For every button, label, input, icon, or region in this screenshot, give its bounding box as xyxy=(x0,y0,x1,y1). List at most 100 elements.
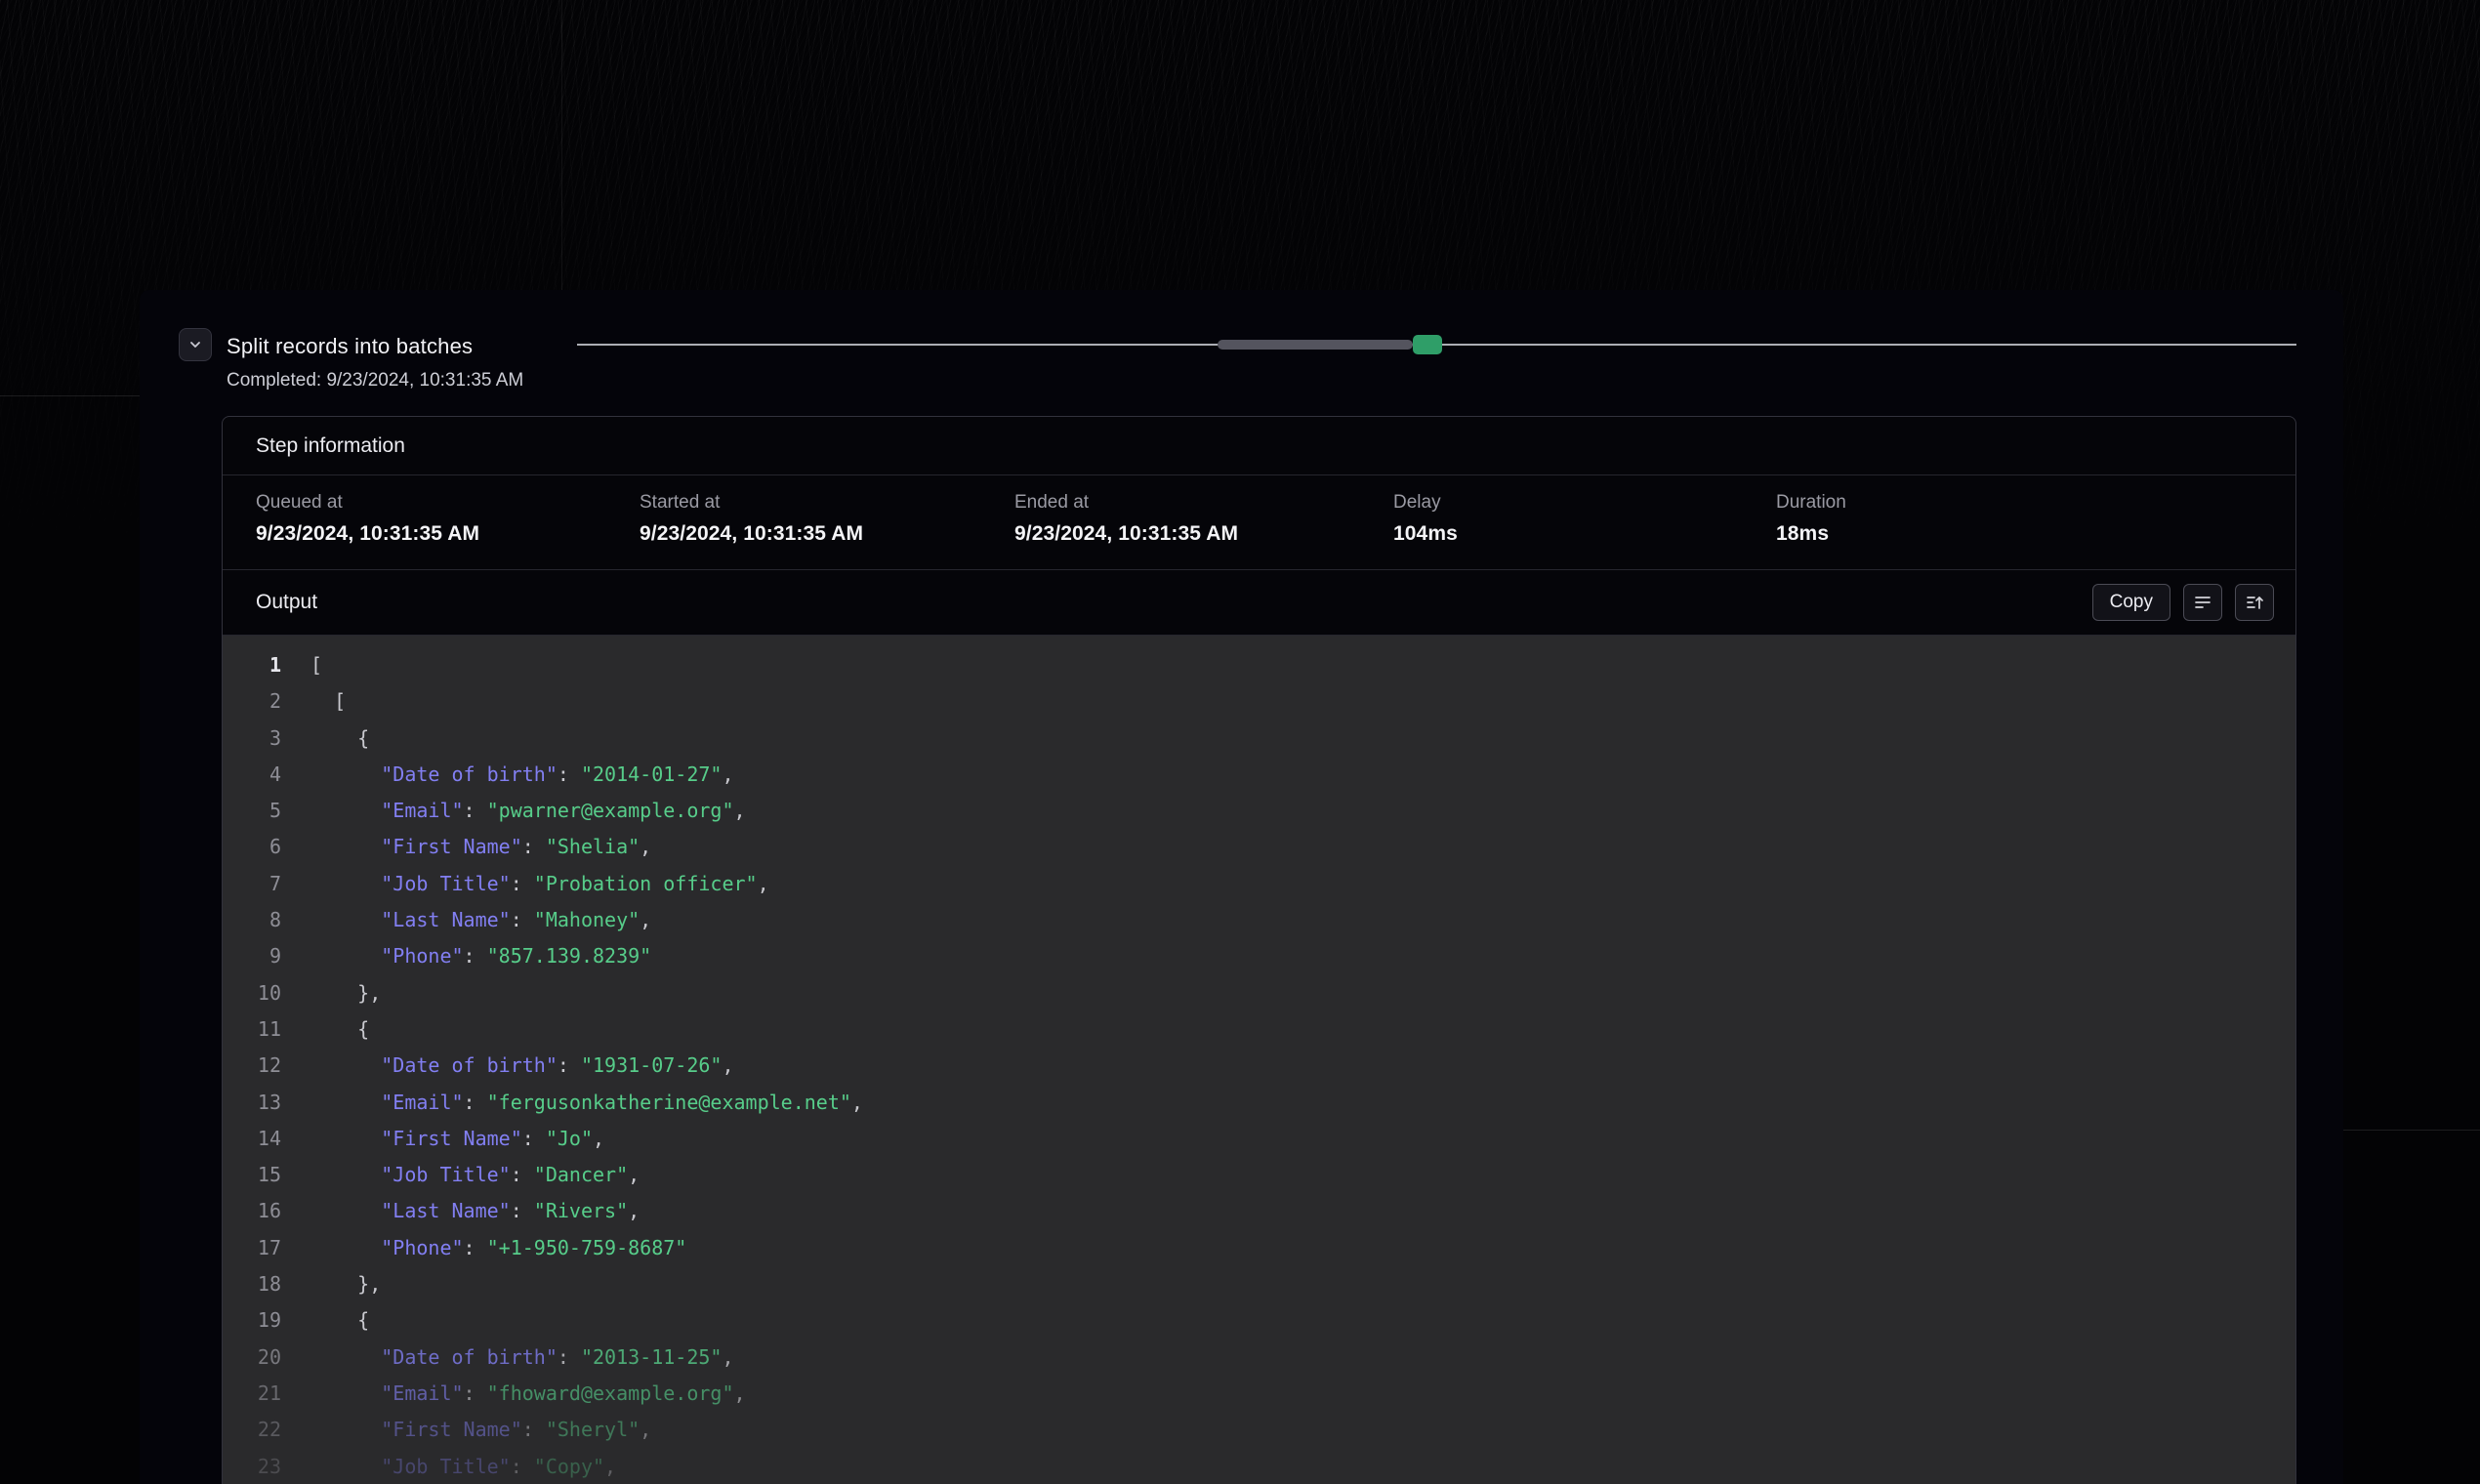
chevron-down-icon xyxy=(187,337,203,352)
line-number: 23 xyxy=(223,1449,281,1484)
code-text: "Date of birth": "1931-07-26", xyxy=(310,1048,734,1084)
code-text: { xyxy=(310,1302,369,1339)
line-number: 10 xyxy=(223,975,281,1011)
code-text: "Job Title": "Copy", xyxy=(310,1449,616,1484)
background-line-left xyxy=(0,395,140,396)
line-number: 15 xyxy=(223,1157,281,1193)
step-metadata-row: Queued at 9/23/2024, 10:31:35 AM Started… xyxy=(223,475,2295,570)
code-text: { xyxy=(310,721,369,757)
line-number: 14 xyxy=(223,1121,281,1157)
line-number: 18 xyxy=(223,1266,281,1302)
code-line: 18 }, xyxy=(223,1266,2295,1302)
code-text: "Email": "pwarner@example.org", xyxy=(310,793,746,829)
code-line: 4 "Date of birth": "2014-01-27", xyxy=(223,757,2295,793)
line-number: 11 xyxy=(223,1011,281,1048)
code-line: 17 "Phone": "+1-950-759-8687" xyxy=(223,1230,2295,1266)
code-line: 14 "First Name": "Jo", xyxy=(223,1121,2295,1157)
code-line: 20 "Date of birth": "2013-11-25", xyxy=(223,1340,2295,1376)
timeline-thumb[interactable] xyxy=(1413,335,1442,354)
sort-ascending-button[interactable] xyxy=(2235,584,2274,621)
line-number: 1 xyxy=(223,647,281,683)
line-number: 21 xyxy=(223,1376,281,1412)
meta-label: Duration xyxy=(1776,492,2295,514)
meta-label: Started at xyxy=(640,492,1014,514)
line-number: 19 xyxy=(223,1302,281,1339)
code-lines: 1[2 [3 {4 "Date of birth": "2014-01-27",… xyxy=(223,647,2295,1484)
sort-ascending-icon xyxy=(2245,593,2264,612)
code-text: "First Name": "Jo", xyxy=(310,1121,604,1157)
output-title: Output xyxy=(256,591,317,614)
line-number: 22 xyxy=(223,1412,281,1448)
code-line: 1[ xyxy=(223,647,2295,683)
meta-value: 9/23/2024, 10:31:35 AM xyxy=(640,522,1014,546)
line-number: 2 xyxy=(223,683,281,720)
meta-value: 9/23/2024, 10:31:35 AM xyxy=(1014,522,1393,546)
meta-label: Delay xyxy=(1393,492,1776,514)
timeline-segment xyxy=(1218,340,1413,350)
code-text: "Phone": "857.139.8239" xyxy=(310,938,651,974)
line-number: 13 xyxy=(223,1085,281,1121)
code-text: "First Name": "Shelia", xyxy=(310,829,651,865)
wrap-text-icon xyxy=(2193,593,2212,612)
line-number: 9 xyxy=(223,938,281,974)
code-line: 13 "Email": "fergusonkatherine@example.n… xyxy=(223,1085,2295,1121)
code-line: 16 "Last Name": "Rivers", xyxy=(223,1193,2295,1229)
code-text: [ xyxy=(310,647,322,683)
code-text: "Date of birth": "2013-11-25", xyxy=(310,1340,734,1376)
meta-field-ended-at: Ended at 9/23/2024, 10:31:35 AM xyxy=(1014,492,1393,569)
code-line: 8 "Last Name": "Mahoney", xyxy=(223,902,2295,938)
meta-label: Queued at xyxy=(256,492,640,514)
code-line: 5 "Email": "pwarner@example.org", xyxy=(223,793,2295,829)
meta-label: Ended at xyxy=(1014,492,1393,514)
code-line: 15 "Job Title": "Dancer", xyxy=(223,1157,2295,1193)
line-number: 3 xyxy=(223,721,281,757)
step-title: Split records into batches xyxy=(227,334,473,359)
code-text: "Job Title": "Dancer", xyxy=(310,1157,640,1193)
line-number: 5 xyxy=(223,793,281,829)
code-line: 22 "First Name": "Sheryl", xyxy=(223,1412,2295,1448)
code-line: 23 "Job Title": "Copy", xyxy=(223,1449,2295,1484)
line-number: 7 xyxy=(223,866,281,902)
copy-button[interactable]: Copy xyxy=(2092,584,2170,621)
screen: Split records into batches Completed: 9/… xyxy=(0,0,2480,1484)
background-line-right xyxy=(2343,1130,2480,1131)
code-text: "Date of birth": "2014-01-27", xyxy=(310,757,734,793)
meta-field-duration: Duration 18ms xyxy=(1776,492,2295,569)
background-line-vertical xyxy=(561,0,562,290)
run-timeline[interactable] xyxy=(577,335,2296,354)
code-text: { xyxy=(310,1011,369,1048)
meta-field-queued-at: Queued at 9/23/2024, 10:31:35 AM xyxy=(256,492,640,569)
code-text: "Email": "fhoward@example.org", xyxy=(310,1376,746,1412)
collapse-step-button[interactable] xyxy=(179,328,212,361)
line-number: 4 xyxy=(223,757,281,793)
step-information-header: Step information xyxy=(223,417,2295,475)
meta-value: 104ms xyxy=(1393,522,1776,546)
code-line: 9 "Phone": "857.139.8239" xyxy=(223,938,2295,974)
line-number: 16 xyxy=(223,1193,281,1229)
code-text: "Email": "fergusonkatherine@example.net"… xyxy=(310,1085,863,1121)
code-text: "Phone": "+1-950-759-8687" xyxy=(310,1230,686,1266)
meta-field-started-at: Started at 9/23/2024, 10:31:35 AM xyxy=(640,492,1014,569)
code-line: 11 { xyxy=(223,1011,2295,1048)
code-text: }, xyxy=(310,1266,381,1302)
meta-value: 9/23/2024, 10:31:35 AM xyxy=(256,522,640,546)
code-text: "Last Name": "Rivers", xyxy=(310,1193,640,1229)
code-line: 7 "Job Title": "Probation officer", xyxy=(223,866,2295,902)
step-status-line: Completed: 9/23/2024, 10:31:35 AM xyxy=(227,370,523,392)
line-number: 17 xyxy=(223,1230,281,1266)
code-line: 6 "First Name": "Shelia", xyxy=(223,829,2295,865)
output-code-viewer[interactable]: 1[2 [3 {4 "Date of birth": "2014-01-27",… xyxy=(223,636,2295,1484)
line-number: 8 xyxy=(223,902,281,938)
run-detail-panel: Split records into batches Completed: 9/… xyxy=(140,290,2343,1484)
line-number: 20 xyxy=(223,1340,281,1376)
meta-field-delay: Delay 104ms xyxy=(1393,492,1776,569)
code-text: }, xyxy=(310,975,381,1011)
code-text: "Job Title": "Probation officer", xyxy=(310,866,769,902)
code-text: [ xyxy=(310,683,346,720)
code-text: "Last Name": "Mahoney", xyxy=(310,902,651,938)
code-line: 10 }, xyxy=(223,975,2295,1011)
wrap-text-button[interactable] xyxy=(2183,584,2222,621)
code-line: 21 "Email": "fhoward@example.org", xyxy=(223,1376,2295,1412)
code-line: 2 [ xyxy=(223,683,2295,720)
meta-value: 18ms xyxy=(1776,522,2295,546)
